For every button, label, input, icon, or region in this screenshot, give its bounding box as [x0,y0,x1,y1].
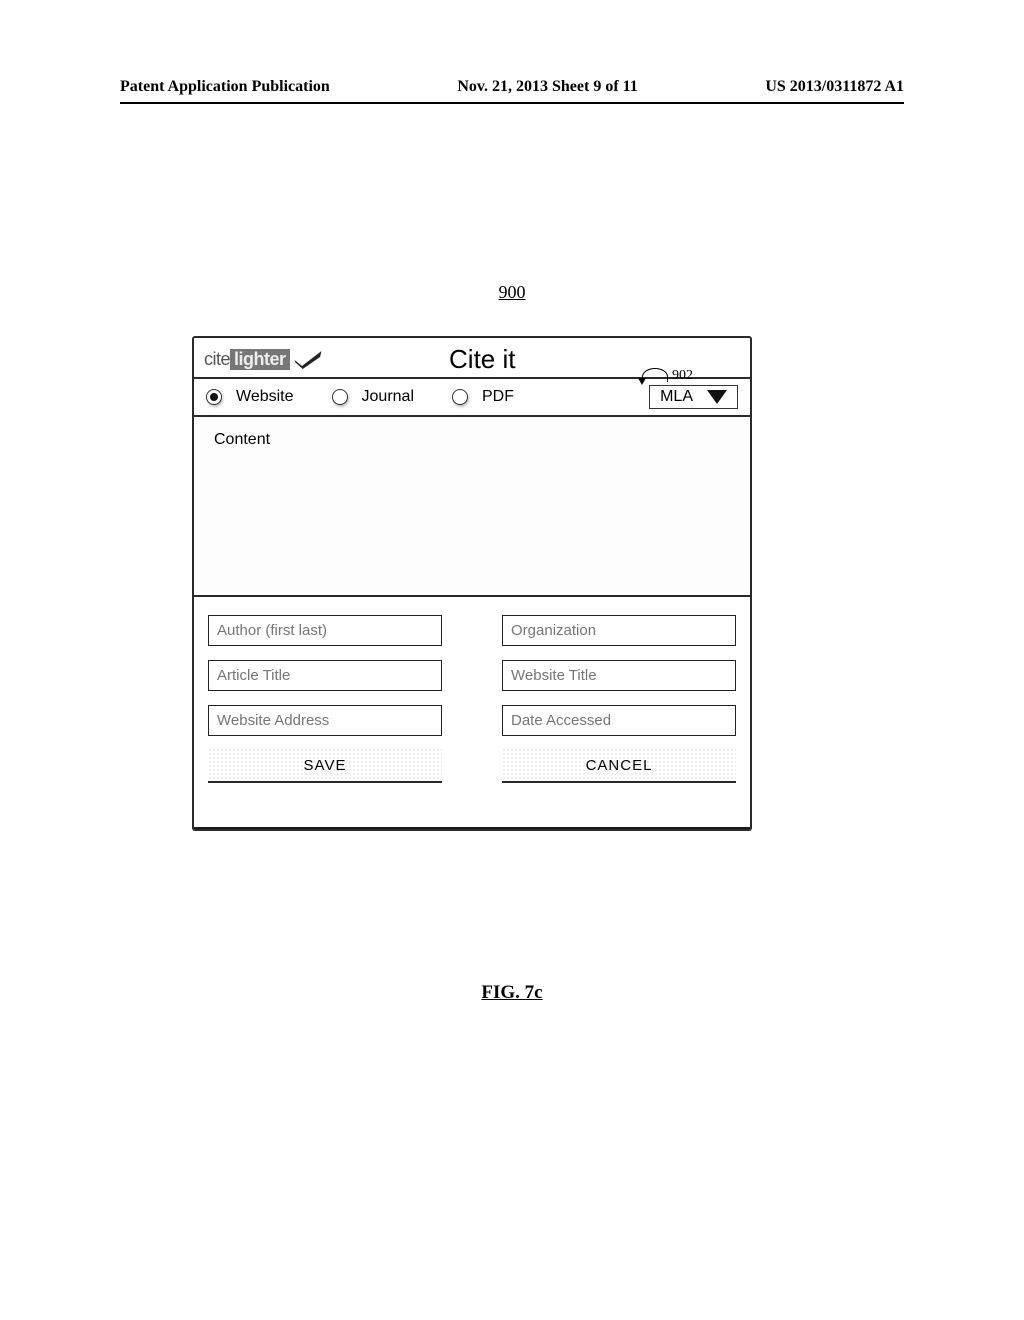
citation-style-value: MLA [660,388,693,406]
save-button[interactable]: SAVE [208,748,442,783]
radio-pdf-label: PDF [482,388,514,406]
header-center: Nov. 21, 2013 Sheet 9 of 11 [457,78,637,96]
panel-title: Cite it [449,344,515,375]
chevron-down-icon [707,390,727,404]
radio-website[interactable] [206,389,222,405]
header-left: Patent Application Publication [120,78,330,96]
logo-text-cite: cite [204,349,230,370]
radio-journal[interactable] [332,389,348,405]
callout-902: 902 [642,368,693,384]
radio-pdf[interactable] [452,389,468,405]
logo-text-lighter: lighter [230,349,290,370]
citation-style-select[interactable]: MLA [649,385,738,409]
checkmark-icon [293,349,323,371]
patent-header: Patent Application Publication Nov. 21, … [120,78,904,104]
organization-field[interactable] [502,615,736,646]
callout-label: 902 [672,368,693,384]
content-textarea[interactable]: Content [194,417,750,597]
citelighter-logo: cite lighter [204,349,323,371]
website-title-field[interactable] [502,660,736,691]
author-field[interactable] [208,615,442,646]
radio-journal-label: Journal [362,388,414,406]
panel-footer-area [194,785,750,829]
cite-it-panel: cite lighter Cite it 902 Website Journal… [192,336,752,831]
article-title-field[interactable] [208,660,442,691]
radio-website-label: Website [236,388,294,406]
figure-caption: FIG. 7c [481,982,542,1004]
figure-reference-number: 900 [499,282,526,303]
date-accessed-field[interactable] [502,705,736,736]
website-address-field[interactable] [208,705,442,736]
cancel-button[interactable]: CANCEL [502,748,736,783]
content-label: Content [214,431,270,448]
header-right: US 2013/0311872 A1 [765,78,904,96]
